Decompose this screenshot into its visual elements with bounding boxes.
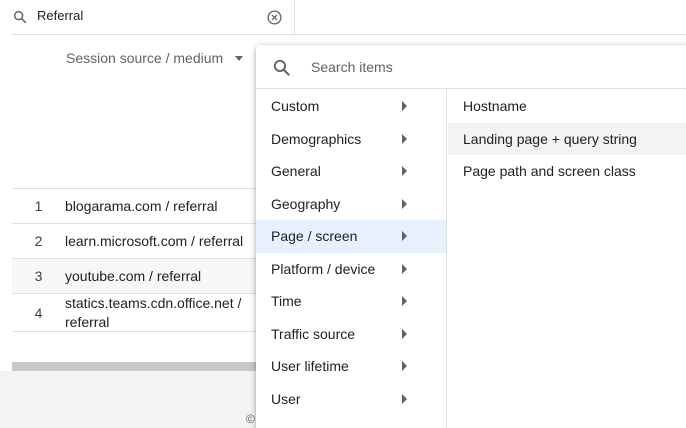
category-time[interactable]: Time (256, 285, 446, 318)
category-label: Geography (271, 195, 341, 212)
row-value: youtube.com / referral (65, 267, 202, 284)
category-user[interactable]: User (256, 383, 446, 416)
row-index: 1 (34, 198, 43, 214)
row-value: statics.teams.cdn.office.net / referral (65, 294, 242, 330)
chevron-right-icon (402, 198, 407, 209)
category-label: Demographics (271, 130, 362, 147)
category-custom[interactable]: Custom (256, 90, 446, 123)
row-index: 2 (34, 233, 43, 249)
category-demographics[interactable]: Demographics (256, 123, 446, 156)
chevron-right-icon (402, 133, 407, 144)
chevron-right-icon (402, 361, 407, 372)
row-value: learn.microsoft.com / referral (65, 232, 244, 249)
chevron-right-icon (402, 166, 407, 177)
copyright-text: © (246, 412, 255, 426)
chevron-right-icon (402, 393, 407, 404)
horizontal-scrollbar[interactable] (12, 362, 258, 371)
dimension-item-hostname[interactable]: Hostname (448, 90, 686, 123)
search-icon (273, 59, 290, 76)
column-divider (294, 0, 295, 34)
category-label: User (271, 390, 301, 407)
table-search-value[interactable]: Referral (37, 8, 83, 23)
menu-search-input[interactable] (311, 55, 611, 79)
category-platform-device[interactable]: Platform / device (256, 253, 446, 286)
dimension-item-list: Hostname Landing page + query string Pag… (448, 89, 686, 188)
category-label: User lifetime (271, 358, 349, 375)
category-geography[interactable]: Geography (256, 188, 446, 221)
dimension-header-label[interactable]: Session source / medium (66, 50, 223, 66)
category-general[interactable]: General (256, 155, 446, 188)
chevron-right-icon (402, 296, 407, 307)
category-label: Time (271, 293, 302, 310)
category-label: Page / screen (271, 228, 358, 245)
footer-area (0, 371, 260, 428)
row-index: 3 (34, 268, 43, 284)
table-row: 1 blogarama.com / referral (12, 188, 260, 223)
chevron-right-icon (402, 101, 407, 112)
category-label: Custom (271, 98, 320, 115)
dimension-picker-menu: Custom Demographics General Geography Pa… (256, 45, 686, 428)
category-page-screen[interactable]: Page / screen (256, 220, 446, 253)
data-table: 1 blogarama.com / referral 2 learn.micro… (12, 188, 260, 332)
dimension-column-header[interactable]: Session source / medium (66, 50, 223, 66)
dimension-dropdown-arrow-icon[interactable] (235, 56, 243, 61)
row-value: blogarama.com / referral (65, 197, 218, 214)
table-row: 2 learn.microsoft.com / referral (12, 223, 260, 258)
table-search-bar[interactable]: Referral (0, 0, 294, 34)
chevron-right-icon (402, 328, 407, 339)
category-label: Traffic source (271, 325, 356, 342)
search-icon (13, 10, 27, 24)
table-row: 3 youtube.com / referral (12, 258, 260, 293)
table-row: 4 statics.teams.cdn.office.net / referra… (12, 293, 260, 332)
clear-search-icon[interactable] (266, 9, 283, 26)
category-label: Platform / device (271, 260, 376, 277)
category-user-lifetime[interactable]: User lifetime (256, 350, 446, 383)
chevron-right-icon (402, 231, 407, 242)
dimension-item-page-path-screen-class[interactable]: Page path and screen class (448, 155, 686, 188)
header-divider (12, 34, 686, 35)
dimension-item-landing-page-query-string[interactable]: Landing page + query string (448, 122, 686, 155)
menu-search-bar[interactable] (256, 45, 686, 89)
row-index: 4 (34, 304, 43, 321)
category-list: Custom Demographics General Geography Pa… (256, 89, 447, 428)
chevron-right-icon (402, 263, 407, 274)
category-label: General (271, 163, 321, 180)
category-traffic-source[interactable]: Traffic source (256, 318, 446, 351)
